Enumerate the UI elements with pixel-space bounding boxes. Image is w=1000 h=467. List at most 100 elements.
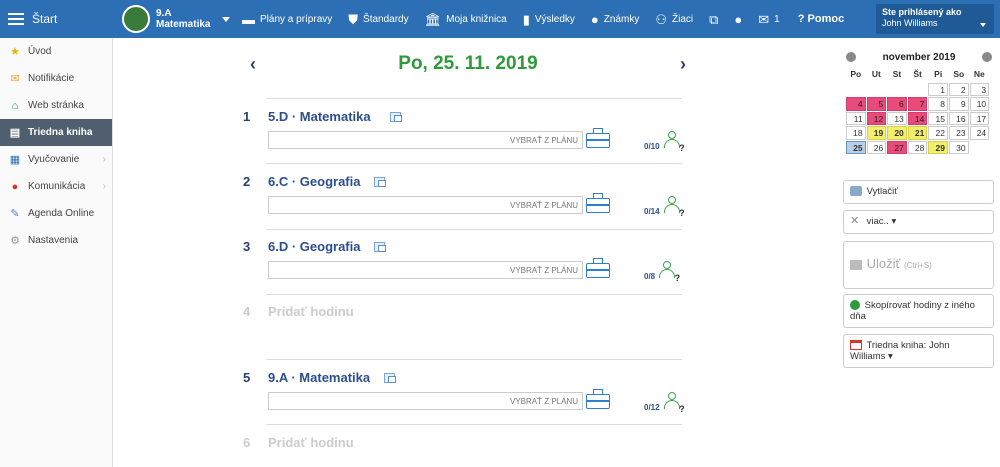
lesson-title[interactable]: 6.C · Geografia [268, 174, 360, 189]
previous-day-arrow[interactable]: ‹ [243, 54, 263, 75]
next-day-arrow[interactable]: › [673, 54, 693, 75]
chevron-right-icon: › [102, 181, 106, 192]
sidebar-item-communication[interactable]: ● Komunikácia › [0, 173, 112, 200]
copy-lessons-button[interactable]: Skopírovať hodiny z iného dňa [843, 294, 994, 328]
calendar-day[interactable]: 13 [887, 111, 907, 125]
user-menu[interactable]: Ste prihlásený ako John Williams [876, 4, 994, 34]
add-lesson-link[interactable]: Pridať hodinu [268, 304, 354, 319]
lesson-topic-input[interactable]: VYBRAŤ Z PLÁNU [268, 261, 583, 279]
nav-item-chat[interactable]: ● [726, 0, 750, 38]
calendar-day[interactable]: 6 [887, 97, 907, 111]
classbook-label: Triedna kniha: John Williams ▾ [850, 340, 950, 362]
nav-item-bar-chart[interactable]: ▮ Výsledky [515, 0, 583, 38]
more-button[interactable]: ✕ viac.. ▾ [843, 210, 994, 234]
calendar-day[interactable]: 3 [969, 82, 990, 96]
copy-lesson-icon[interactable] [374, 242, 386, 252]
lesson-title[interactable]: 6.D · Geografia [268, 239, 360, 254]
sidebar-item-envelope[interactable]: ✉ Notifikácie [0, 65, 112, 92]
calendar-weekday: St [892, 69, 902, 79]
sidebar-item-book[interactable]: ▤ Triedna kniha [0, 119, 112, 146]
calendar-day[interactable]: 30 [948, 140, 969, 154]
lesson-divider [266, 98, 682, 99]
calendar-day[interactable]: 15 [928, 111, 948, 125]
attendance-button[interactable]: 0/8 ? [644, 259, 680, 283]
calendar-day[interactable]: 5 [866, 97, 887, 111]
calendar-weekday: So [953, 69, 965, 79]
nav-item-grade[interactable]: ● Známky [583, 0, 647, 38]
add-lesson-link[interactable]: Pridať hodinu [268, 435, 354, 450]
nav-item-students[interactable]: ⚇ Žiaci [647, 0, 701, 38]
briefcase-icon[interactable] [586, 193, 610, 213]
attendance-button[interactable]: 0/12 ? [644, 390, 685, 414]
sidebar-item-pen[interactable]: ✎ Agenda Online [0, 200, 112, 227]
copy-lesson-icon[interactable] [384, 373, 396, 383]
hamburger-icon [8, 13, 24, 25]
calendar-weekday: Pi [934, 69, 943, 79]
briefcase-icon[interactable] [586, 389, 610, 409]
calendar-day[interactable]: 8 [928, 97, 948, 111]
calendar-small-icon [850, 340, 862, 351]
calendar-day[interactable]: 29 [928, 140, 948, 154]
copy-lesson-icon[interactable] [374, 177, 386, 187]
calendar-day[interactable]: 11 [846, 111, 866, 125]
lesson-title[interactable]: 5.D · Matematika [268, 109, 371, 124]
lesson-topic-input[interactable]: VYBRAŤ Z PLÁNU [268, 392, 583, 410]
calendar-day[interactable]: 20 [887, 126, 907, 140]
calendar-day[interactable]: 10 [969, 97, 990, 111]
calendar-day[interactable]: 26 [866, 140, 887, 154]
calendar-day[interactable]: 4 [846, 97, 866, 111]
calendar-day[interactable]: 12 [866, 111, 887, 125]
calendar-day[interactable]: 18 [846, 126, 866, 140]
nav-item-label: Výsledky [534, 13, 575, 25]
class-selector[interactable]: 9.A Matematika [112, 5, 234, 33]
briefcase-icon[interactable] [586, 258, 610, 278]
lesson-divider [266, 294, 682, 295]
calendar-day[interactable]: 17 [969, 111, 990, 125]
lesson-title[interactable]: 9.A · Matematika [268, 370, 370, 385]
add-lesson-row[interactable]: 4 Pridať hodinu [243, 304, 683, 334]
calendar-next-icon[interactable] [981, 52, 992, 62]
save-button[interactable]: Uložiť (Ctrl+S) [843, 241, 994, 289]
sidebar-item-house[interactable]: ⌂ Web stránka [0, 92, 112, 119]
calendar-weekday: Ne [973, 69, 985, 79]
calendar-day[interactable]: 16 [948, 111, 969, 125]
copy-lesson-icon[interactable] [390, 112, 402, 122]
classbook-selector[interactable]: Triedna kniha: John Williams ▾ [843, 334, 994, 368]
add-lesson-row[interactable]: 6 Pridať hodinu [243, 435, 683, 463]
sidebar-item-label: Komunikácia [28, 181, 86, 192]
print-button[interactable]: Vytlačiť [843, 180, 994, 204]
calendar-day[interactable]: 25 [846, 140, 866, 154]
class-avatar [122, 5, 150, 33]
attendance-button[interactable]: 0/14 ? [644, 194, 685, 218]
lesson-topic-input[interactable]: VYBRAŤ Z PLÁNU [268, 131, 583, 149]
calendar-day[interactable]: 9 [948, 97, 969, 111]
calendar-day[interactable]: 27 [887, 140, 907, 154]
start-menu-button[interactable]: Štart [0, 0, 112, 38]
nav-item-library[interactable]: 🏛 Moja knižnica [417, 0, 515, 38]
nav-item-calendar[interactable]: ▬ Plány a prípravy [234, 0, 340, 38]
calendar-day[interactable]: 7 [907, 97, 928, 111]
sidebar-item-gear[interactable]: ⚙ Nastavenia [0, 227, 112, 254]
grade-icon: ● [590, 11, 599, 27]
nav-item-cast[interactable]: ⧉ [701, 0, 726, 38]
calendar-day[interactable]: 19 [866, 126, 887, 140]
nav-item-shield[interactable]: ⛊ Štandardy [340, 0, 416, 38]
calendar-empty-cell [867, 83, 887, 97]
calendar-day[interactable]: 28 [907, 140, 928, 154]
calendar-prev-icon[interactable] [846, 52, 856, 62]
help-link[interactable]: ? Pomoc [788, 13, 858, 25]
calendar-day[interactable]: 22 [928, 126, 948, 140]
sidebar-item-star[interactable]: ★ Úvod [0, 38, 112, 65]
attendance-count: 0/10 [644, 142, 660, 151]
lesson-topic-input[interactable]: VYBRAŤ Z PLÁNU [268, 196, 583, 214]
calendar-day[interactable]: 21 [907, 126, 928, 140]
calendar-day[interactable]: 1 [928, 82, 948, 96]
sidebar-item-teaching[interactable]: ▦ Vyučovanie › [0, 146, 112, 173]
calendar-day[interactable]: 23 [948, 126, 969, 140]
calendar-day[interactable]: 24 [969, 126, 990, 140]
attendance-button[interactable]: 0/10 ? [644, 129, 685, 153]
calendar-day[interactable]: 2 [948, 82, 969, 96]
nav-item-mail[interactable]: ✉ 1 [750, 0, 787, 38]
calendar-day[interactable]: 14 [907, 111, 928, 125]
briefcase-icon[interactable] [586, 128, 610, 148]
